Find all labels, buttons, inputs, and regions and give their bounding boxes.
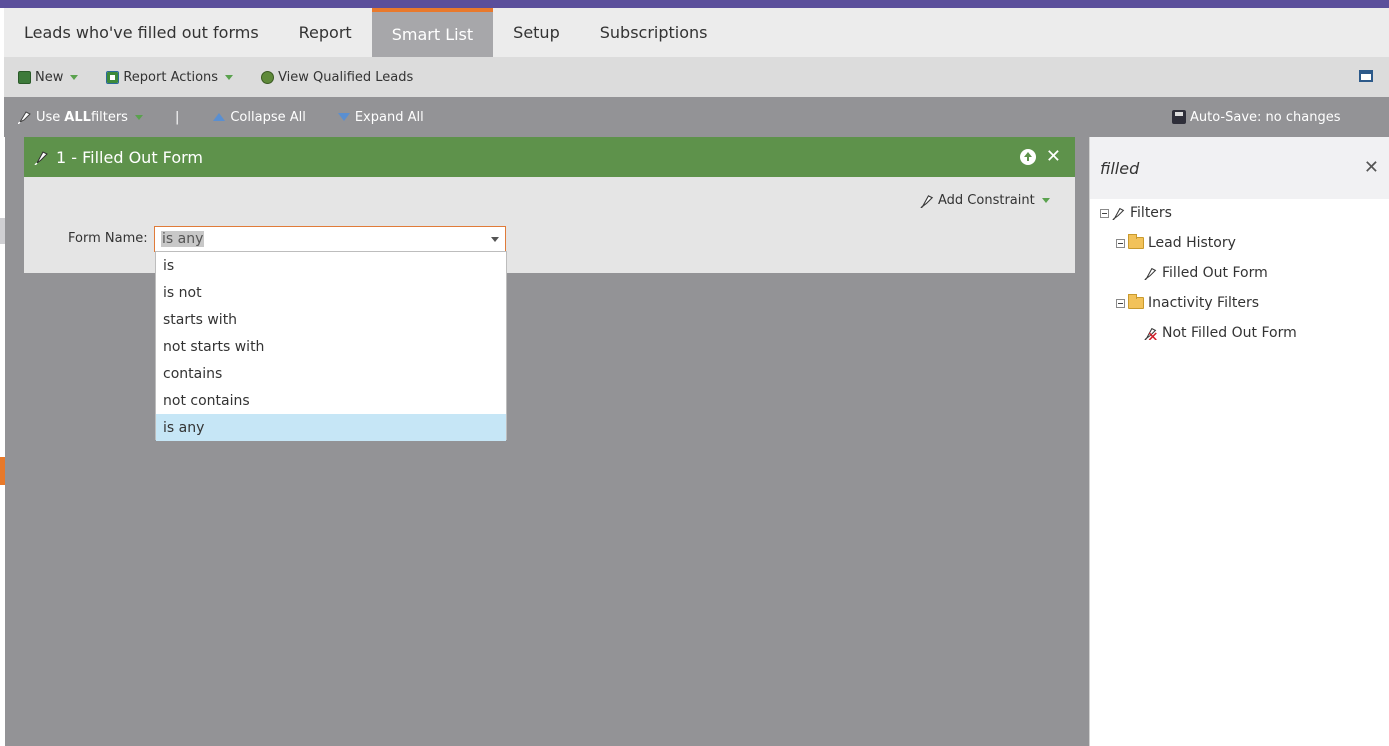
tab-smart-list[interactable]: Smart List	[371, 8, 494, 57]
report-actions-label: Report Actions	[123, 69, 219, 85]
negated-funnel-icon	[1144, 326, 1158, 340]
expand-label: Expand All	[354, 109, 424, 125]
collapse-all-button[interactable]: Collapse All	[213, 110, 306, 125]
filter-bar: Use ALL filters | Collapse All Expand Al…	[4, 97, 1089, 137]
chevron-down-icon	[491, 237, 499, 242]
add-constraint-label: Add Constraint	[938, 193, 1035, 208]
report-actions-button[interactable]: Report Actions	[106, 69, 234, 85]
palette-search-input[interactable]: filled	[1100, 159, 1139, 178]
option-is[interactable]: is	[156, 252, 506, 279]
tree-root-label: Filters	[1130, 205, 1172, 221]
expand-all-button[interactable]: Expand All	[337, 109, 424, 125]
tab-bar: Leads who've filled out forms Report Sma…	[4, 8, 1389, 57]
use-suffix: filters	[90, 109, 128, 125]
funnel-icon	[18, 111, 31, 124]
view-qualified-leads-button[interactable]: View Qualified Leads	[261, 70, 413, 85]
close-icon[interactable]: ✕	[1364, 157, 1379, 178]
tree-item-label: Filled Out Form	[1162, 265, 1268, 281]
collapse-label: Collapse All	[230, 109, 306, 125]
tree-item-filled-out-form[interactable]: Filled Out Form	[1144, 265, 1268, 281]
use-all-filters-button[interactable]: Use ALL filters	[18, 110, 143, 125]
view-qualified-label: View Qualified Leads	[278, 69, 414, 85]
funnel-icon	[920, 195, 934, 208]
tree-group-lead-history[interactable]: Lead History	[1116, 234, 1236, 251]
left-edge-marker	[0, 218, 5, 244]
collapse-icon	[213, 113, 226, 121]
left-edge-marker-orange	[0, 457, 5, 485]
chevron-down-icon	[1041, 198, 1050, 203]
funnel-icon	[1144, 266, 1158, 280]
new-icon	[18, 70, 31, 84]
action-toolbar: New Report Actions View Qualified Leads	[4, 57, 1389, 97]
use-bold: ALL	[64, 109, 91, 125]
window-toggle-icon[interactable]	[1359, 70, 1373, 82]
chevron-down-icon	[225, 74, 234, 80]
separator: |	[174, 109, 180, 125]
filter-card-title: 1 - Filled Out Form	[56, 147, 203, 167]
filter-card-header: 1 - Filled Out Form ✕	[24, 137, 1075, 177]
tree-group-label: Inactivity Filters	[1148, 295, 1260, 311]
new-button[interactable]: New	[18, 69, 79, 85]
add-constraint-button[interactable]: Add Constraint	[920, 193, 1050, 208]
option-is-any[interactable]: is any	[156, 414, 506, 441]
option-starts-with[interactable]: starts with	[156, 306, 506, 333]
option-contains[interactable]: contains	[156, 360, 506, 387]
option-is-not[interactable]: is not	[156, 279, 506, 306]
people-icon	[261, 70, 275, 84]
use-prefix: Use	[36, 109, 61, 125]
top-accent-bar	[0, 0, 1389, 8]
autosave-status: Auto-Save: no changes	[1172, 97, 1340, 137]
move-up-icon[interactable]	[1019, 149, 1036, 165]
tab-report-name[interactable]: Leads who've filled out forms	[4, 8, 279, 57]
tree-group-label: Lead History	[1148, 235, 1236, 251]
new-label: New	[35, 69, 64, 85]
tab-setup[interactable]: Setup	[493, 8, 580, 57]
chevron-down-icon	[70, 74, 79, 80]
expand-icon	[337, 113, 350, 121]
option-not-contains[interactable]: not contains	[156, 387, 506, 414]
collapse-node-icon[interactable]	[1116, 298, 1125, 308]
tree-item-label: Not Filled Out Form	[1162, 325, 1297, 341]
collapse-node-icon[interactable]	[1116, 238, 1125, 248]
funnel-icon	[1112, 206, 1126, 220]
tree-root-filters[interactable]: Filters	[1100, 205, 1172, 221]
folder-icon	[1128, 294, 1144, 309]
autosave-label: Auto-Save: no changes	[1190, 109, 1341, 125]
collapse-node-icon[interactable]	[1100, 208, 1109, 218]
palette-search[interactable]: filled ✕	[1090, 137, 1389, 199]
filter-icon	[34, 151, 48, 165]
filter-palette-sidebar: filled ✕ Filters Lead History Filled Out…	[1089, 137, 1389, 746]
operator-dropdown: is is not starts with not starts with co…	[155, 251, 507, 441]
tab-subscriptions[interactable]: Subscriptions	[580, 8, 728, 57]
close-icon[interactable]: ✕	[1046, 148, 1061, 166]
save-icon	[1172, 110, 1186, 124]
tree-item-not-filled-out-form[interactable]: Not Filled Out Form	[1144, 325, 1297, 341]
operator-select-value: is any	[161, 231, 205, 247]
option-not-starts-with[interactable]: not starts with	[156, 333, 506, 360]
chevron-down-icon	[134, 114, 143, 120]
report-actions-icon	[106, 70, 120, 84]
tab-report[interactable]: Report	[279, 8, 372, 57]
operator-select[interactable]: is any	[154, 226, 506, 252]
tree-group-inactivity-filters[interactable]: Inactivity Filters	[1116, 294, 1260, 311]
folder-icon	[1128, 234, 1144, 249]
card-actions: ✕	[1019, 148, 1061, 166]
form-name-label: Form Name:	[68, 231, 148, 246]
